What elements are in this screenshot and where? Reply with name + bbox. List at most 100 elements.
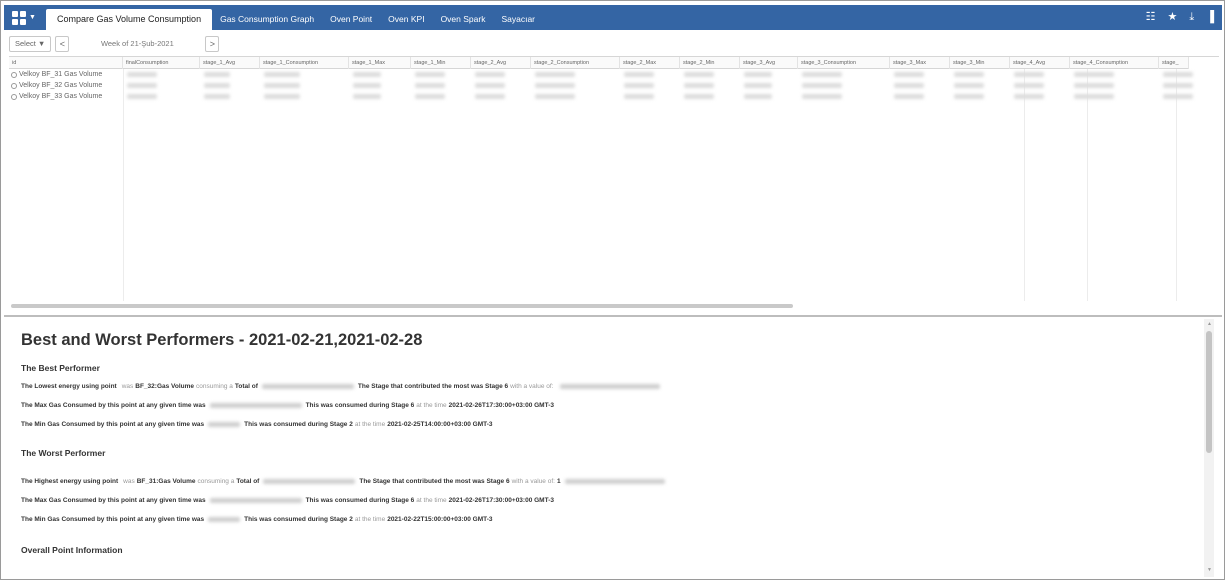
blurred-value xyxy=(684,94,714,99)
select-dropdown[interactable]: Select ▼ xyxy=(9,36,52,52)
star-icon[interactable]: ★ xyxy=(1167,9,1177,26)
blurred-value xyxy=(127,83,157,88)
blurred-value xyxy=(204,83,230,88)
blurred-value xyxy=(954,72,984,77)
tab-oven-kpi[interactable]: Oven KPI xyxy=(380,9,432,30)
blurred-value xyxy=(208,421,241,427)
blurred-value xyxy=(894,83,924,88)
blurred-value xyxy=(1163,94,1193,99)
tab-oven-spark[interactable]: Oven Spark xyxy=(433,9,494,30)
blurred-value xyxy=(894,72,924,77)
previous-week-button[interactable]: < xyxy=(55,36,70,52)
blurred-value xyxy=(1074,72,1114,77)
table-row[interactable]: Velkoy BF_31 Gas Volume xyxy=(9,69,1219,80)
blurred-value xyxy=(475,72,505,77)
blurred-value xyxy=(264,72,300,77)
blurred-value xyxy=(475,94,505,99)
row-id-cell: Velkoy BF_33 Gas Volume xyxy=(11,91,102,102)
worst-performer-heading: The Worst Performer xyxy=(21,448,106,458)
column-header[interactable]: stage_1_Min xyxy=(411,57,471,69)
column-divider xyxy=(123,69,124,301)
column-header[interactable]: finalConsumption xyxy=(123,57,200,69)
table-row[interactable]: Velkoy BF_32 Gas Volume xyxy=(9,80,1219,91)
blurred-value xyxy=(954,94,984,99)
column-header[interactable]: stage_4_Consumption xyxy=(1070,57,1159,69)
blurred-value xyxy=(1163,72,1193,77)
blurred-value xyxy=(744,94,772,99)
column-header[interactable]: stage_4_Avg xyxy=(1010,57,1070,69)
horizontal-scrollbar[interactable] xyxy=(11,304,793,308)
blurred-value xyxy=(684,83,714,88)
column-header[interactable]: stage_2_Min xyxy=(680,57,740,69)
blurred-value xyxy=(624,72,654,77)
blurred-value xyxy=(1163,83,1193,88)
column-header[interactable]: stage_2_Avg xyxy=(471,57,531,69)
date-toolbar: Select ▼ < Week of 21-Şub-2021 > xyxy=(9,35,220,53)
row-id-label: Velkoy BF_31 Gas Volume xyxy=(19,71,103,78)
blurred-value xyxy=(535,94,575,99)
row-id-label: Velkoy BF_32 Gas Volume xyxy=(19,82,103,89)
tab-oven-point[interactable]: Oven Point xyxy=(322,9,380,30)
best-performer-max: The Max Gas Consumed by this point at an… xyxy=(21,401,554,409)
blurred-value xyxy=(535,72,575,77)
blurred-value xyxy=(894,94,924,99)
apps-menu-button[interactable]: ▼ xyxy=(12,8,36,27)
blurred-value xyxy=(802,72,842,77)
scroll-up-icon[interactable]: ▲ xyxy=(1207,321,1212,327)
column-header[interactable]: stage_1_Consumption xyxy=(260,57,349,69)
blurred-value xyxy=(564,478,665,484)
vertical-scrollbar-thumb[interactable] xyxy=(1206,331,1212,453)
column-header[interactable]: stage_3_Avg xyxy=(740,57,798,69)
next-week-button[interactable]: > xyxy=(205,36,220,52)
column-header[interactable]: stage_ xyxy=(1159,57,1189,69)
column-header[interactable]: stage_2_Max xyxy=(620,57,680,69)
blurred-value xyxy=(1014,83,1044,88)
column-divider xyxy=(1024,69,1025,301)
tab-sayaclar[interactable]: Sayacıar xyxy=(493,9,543,30)
table-row[interactable]: Velkoy BF_33 Gas Volume xyxy=(9,91,1219,102)
blurred-value xyxy=(415,72,445,77)
blurred-value xyxy=(1014,94,1044,99)
report-title: Best and Worst Performers - 2021-02-21,2… xyxy=(21,331,423,349)
tab-compare-gas-volume-consumption[interactable]: Compare Gas Volume Consumption xyxy=(46,9,213,30)
column-header[interactable]: stage_3_Consumption xyxy=(798,57,890,69)
sidebar-icon[interactable]: ▐ xyxy=(1206,9,1214,26)
grid-body: Velkoy BF_31 Gas Volume Velkoy BF_32 Gas… xyxy=(9,69,1219,102)
scroll-down-icon[interactable]: ▼ xyxy=(1207,567,1212,573)
tab-gas-consumption-graph[interactable]: Gas Consumption Graph xyxy=(212,9,322,30)
blurred-value xyxy=(264,94,300,99)
blurred-value xyxy=(802,83,842,88)
best-performer-min: The Min Gas Consumed by this point at an… xyxy=(21,420,493,428)
blurred-value xyxy=(1074,94,1114,99)
performers-report: Best and Worst Performers - 2021-02-21,2… xyxy=(9,319,1201,577)
top-right-actions: ☷ ★ ⤓ ▐ xyxy=(1146,9,1214,26)
dashboard-tabs: Compare Gas Volume Consumption Gas Consu… xyxy=(46,9,543,30)
panel-divider xyxy=(4,315,1222,317)
blurred-value xyxy=(1074,83,1114,88)
blurred-value xyxy=(415,83,445,88)
column-header[interactable]: stage_1_Avg xyxy=(200,57,260,69)
row-id-cell: Velkoy BF_31 Gas Volume xyxy=(11,69,102,80)
download-icon[interactable]: ⤓ xyxy=(1189,9,1194,26)
worst-performer-min: The Min Gas Consumed by this point at an… xyxy=(21,515,493,523)
blurred-value xyxy=(954,83,984,88)
column-header[interactable]: stage_1_Max xyxy=(349,57,411,69)
column-header[interactable]: id xyxy=(9,57,123,69)
expand-icon[interactable] xyxy=(11,93,17,100)
expand-icon[interactable] xyxy=(11,71,17,78)
blurred-value xyxy=(684,72,714,77)
app-window: ▼ Compare Gas Volume Consumption Gas Con… xyxy=(0,0,1225,580)
best-performer-summary: The Lowest energy using point was BF_32:Ga… xyxy=(21,381,664,391)
column-header[interactable]: stage_3_Min xyxy=(950,57,1010,69)
list-icon[interactable]: ☷ xyxy=(1146,9,1156,26)
blurred-value xyxy=(802,94,842,99)
consumption-grid: id finalConsumption stage_1_Avg stage_1_… xyxy=(9,56,1219,312)
column-header[interactable]: stage_2_Consumption xyxy=(531,57,620,69)
column-header[interactable]: stage_3_Max xyxy=(890,57,950,69)
expand-icon[interactable] xyxy=(11,82,17,89)
chevron-down-icon: ▼ xyxy=(29,14,36,21)
overall-point-heading: Overall Point Information xyxy=(21,545,123,555)
blurred-value xyxy=(624,94,654,99)
best-performer-heading: The Best Performer xyxy=(21,363,100,373)
blurred-value xyxy=(353,94,381,99)
